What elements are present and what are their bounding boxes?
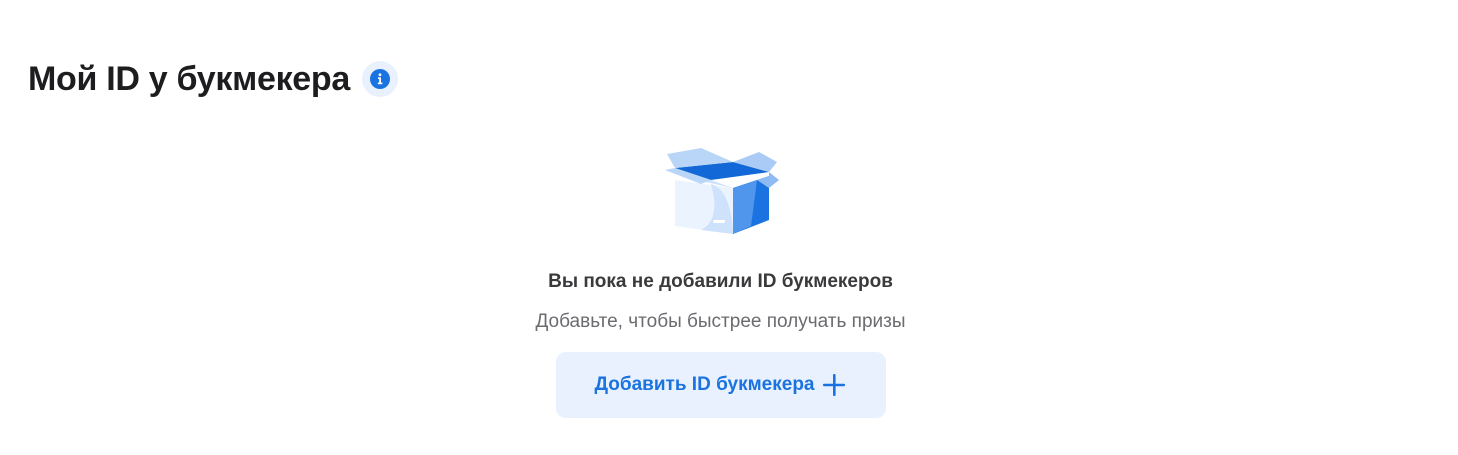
page: Мой ID у букмекера Вы пока не добавили I…: [0, 0, 1458, 455]
info-button[interactable]: [361, 61, 398, 97]
open-box-illustration: [664, 148, 779, 234]
plus-icon: [822, 374, 845, 396]
header: Мой ID у букмекера: [28, 56, 398, 102]
add-button-label: Добавить ID букмекера: [594, 374, 815, 395]
empty-state: Вы пока не добавили ID букмекеров Добавь…: [0, 140, 1441, 418]
add-bookmaker-id-button[interactable]: Добавить ID букмекера: [555, 352, 886, 418]
empty-state-title: Вы пока не добавили ID букмекеров: [548, 271, 893, 292]
page-title: Мой ID у букмекера: [28, 60, 350, 98]
empty-state-subtitle: Добавьте, чтобы быстрее получать призы: [535, 311, 906, 332]
info-icon: [369, 69, 390, 89]
